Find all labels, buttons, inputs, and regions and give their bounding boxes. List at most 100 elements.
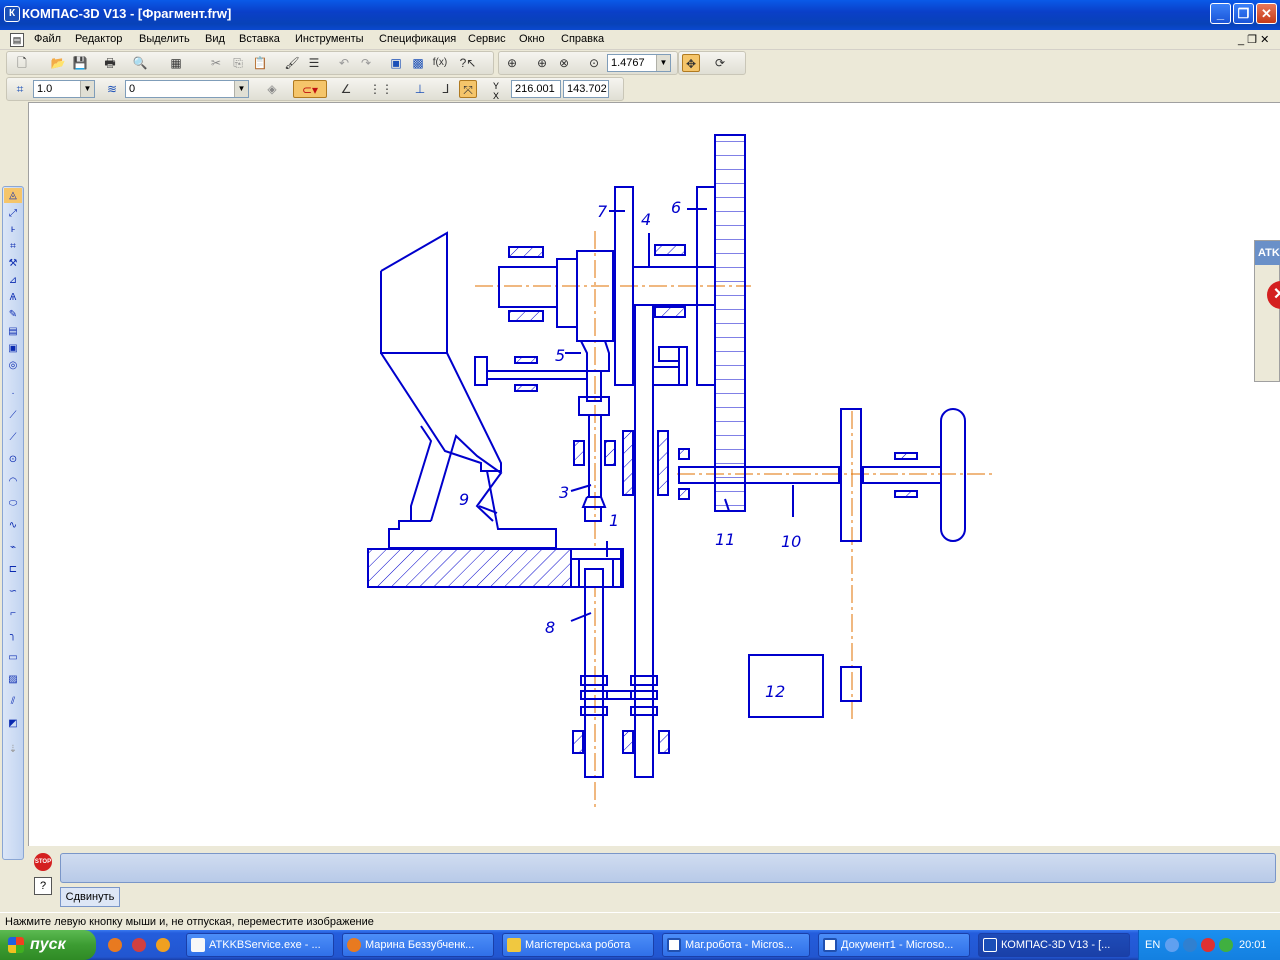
save-icon[interactable]: 💾	[71, 54, 89, 72]
coord-x-field[interactable]: 216.001	[511, 80, 561, 98]
help-icon[interactable]: ?	[34, 877, 52, 895]
edit-icon[interactable]: ⌗	[4, 239, 22, 254]
menu-edit[interactable]: Редактор	[75, 33, 122, 45]
parametrization-icon[interactable]: ⚒	[4, 256, 22, 271]
pan-icon[interactable]: ✥	[682, 54, 700, 72]
auxiliary-line-icon[interactable]: ⟋	[4, 408, 22, 423]
drawing-canvas[interactable]: 1 3 4 5 6 7 8 9 10 11 12	[28, 102, 1280, 846]
snap-magnet-icon[interactable]: ⊂▾	[293, 80, 327, 98]
specification-icon[interactable]: ✎	[4, 307, 22, 322]
document-icon[interactable]: ▤	[10, 33, 24, 47]
grid-icon[interactable]: ⋮⋮	[369, 80, 393, 98]
ellipse-icon[interactable]: ⬭	[4, 496, 22, 511]
equidistant-icon[interactable]: ⫽	[4, 694, 22, 709]
orthogonal-icon[interactable]: ⊥	[411, 80, 429, 98]
dimensions-icon[interactable]: ⤢	[4, 206, 22, 221]
restore-button[interactable]: ❐	[1233, 3, 1254, 24]
geometry-icon[interactable]: ◬	[4, 188, 22, 203]
task-word-2[interactable]: Документ1 - Microso...	[818, 933, 970, 957]
menu-window[interactable]: Окно	[519, 33, 545, 45]
zoom-in-icon[interactable]: ⊕	[533, 54, 551, 72]
mdi-controls[interactable]: _ ❐ ✕	[1238, 33, 1269, 46]
layers-icon[interactable]: ≋	[103, 80, 121, 98]
arc-icon[interactable]: ◠	[4, 474, 22, 489]
task-word-1[interactable]: Маг.робота - Micros...	[662, 933, 810, 957]
point-icon[interactable]: ·	[4, 386, 22, 401]
refresh-icon[interactable]: ⟳	[711, 54, 729, 72]
ortho-mode-icon[interactable]: ⅃	[437, 80, 455, 98]
selection-icon[interactable]: Ѧ	[4, 290, 22, 305]
paste-icon[interactable]: 📋	[251, 54, 269, 72]
designations-icon[interactable]: ⱶ	[4, 222, 22, 237]
menu-help[interactable]: Справка	[561, 33, 604, 45]
zoom-all-icon[interactable]: ⊗	[555, 54, 573, 72]
fillet-icon[interactable]: ╮	[4, 628, 22, 643]
opera-tray-icon[interactable]	[1201, 938, 1215, 952]
reports-icon[interactable]: ▤	[4, 324, 22, 339]
rectangle-icon[interactable]: ▭	[4, 650, 22, 665]
library-icon[interactable]: ▩	[409, 54, 427, 72]
snap-grid-icon[interactable]: ⌗	[11, 80, 29, 98]
properties-icon[interactable]: ◈	[263, 80, 281, 98]
round-off-icon[interactable]: ⤧	[459, 80, 477, 98]
contour-icon[interactable]: ⊏	[4, 562, 22, 577]
language-indicator[interactable]: EN	[1145, 930, 1160, 960]
zoom-combobox[interactable]: 1.4767 ▼	[607, 54, 671, 72]
menu-tools[interactable]: Инструменты	[295, 33, 364, 45]
hatch-icon[interactable]: ▨	[4, 672, 22, 687]
network-icon[interactable]	[1165, 938, 1179, 952]
zoom-window-icon[interactable]: ⊕	[503, 54, 521, 72]
print-preview-icon[interactable]: 🔍	[131, 54, 149, 72]
opera-icon[interactable]	[132, 938, 146, 952]
local-cs-icon[interactable]: ∠	[337, 80, 355, 98]
open-folder-icon[interactable]: 📂	[49, 54, 67, 72]
tab-move[interactable]: Сдвинуть	[60, 887, 120, 907]
polyline-icon[interactable]: ⌁	[4, 540, 22, 555]
chevron-down-icon[interactable]: ▼	[80, 81, 94, 97]
menu-select[interactable]: Выделить	[139, 33, 190, 45]
start-button[interactable]: пуск	[0, 930, 96, 960]
redo-icon[interactable]: ↷	[357, 54, 375, 72]
coord-y-field[interactable]: 143.702	[563, 80, 609, 98]
help-pointer-icon[interactable]: ?↖	[459, 54, 477, 72]
spline-icon[interactable]: ∿	[4, 518, 22, 533]
manager-icon[interactable]: ▦	[167, 54, 185, 72]
update-icon[interactable]	[1183, 938, 1197, 952]
chevron-down-icon[interactable]: ▼	[656, 55, 670, 71]
cut-icon[interactable]: ✂	[207, 54, 225, 72]
step-combobox[interactable]: 1.0 ▼	[33, 80, 95, 98]
close-button[interactable]: ✕	[1256, 3, 1277, 24]
segment-icon[interactable]: ⟋	[4, 430, 22, 445]
copy-icon[interactable]: ⎘	[229, 54, 247, 72]
undo-icon[interactable]: ↶	[335, 54, 353, 72]
menu-insert[interactable]: Вставка	[239, 33, 280, 45]
fill-icon[interactable]: ◩	[4, 716, 22, 731]
task-folder[interactable]: Магістерська робота	[502, 933, 654, 957]
measurements-icon[interactable]: ⊿	[4, 273, 22, 288]
browser-icon[interactable]	[156, 938, 170, 952]
circle-icon[interactable]: ⊙	[4, 452, 22, 467]
chamfer-icon[interactable]: ⌐	[4, 606, 22, 621]
macro-icon[interactable]: ◎	[4, 358, 22, 373]
print-icon[interactable]: 🖶	[101, 54, 119, 72]
layer-combobox[interactable]: 0 ▼	[125, 80, 249, 98]
minimize-button[interactable]: _	[1210, 3, 1231, 24]
clock[interactable]: 20:01	[1239, 930, 1267, 960]
menu-service[interactable]: Сервис	[468, 33, 506, 45]
menu-file[interactable]: Файл	[34, 33, 61, 45]
task-atkkbservice[interactable]: ATKKBService.exe - ...	[186, 933, 334, 957]
task-kompas[interactable]: КОМПАС-3D V13 - [...	[978, 933, 1130, 957]
zoom-scale-icon[interactable]: ⊙	[585, 54, 603, 72]
stop-icon[interactable]: STOP	[34, 853, 52, 871]
insert-icon[interactable]: ▣	[4, 341, 22, 356]
firefox-icon[interactable]	[108, 938, 122, 952]
menu-view[interactable]: Вид	[205, 33, 225, 45]
side-popup[interactable]: ATK ✕	[1254, 240, 1280, 382]
new-document-icon[interactable]: 🗋	[13, 54, 31, 72]
security-icon[interactable]	[1219, 938, 1233, 952]
collect-contour-icon[interactable]: ⇣	[4, 742, 22, 757]
chevron-down-icon[interactable]: ▼	[234, 81, 248, 97]
task-firefox[interactable]: Марина Беззубченк...	[342, 933, 494, 957]
format-painter-icon[interactable]: 🖌	[283, 54, 301, 72]
variables-icon[interactable]: f(x)	[431, 54, 449, 72]
